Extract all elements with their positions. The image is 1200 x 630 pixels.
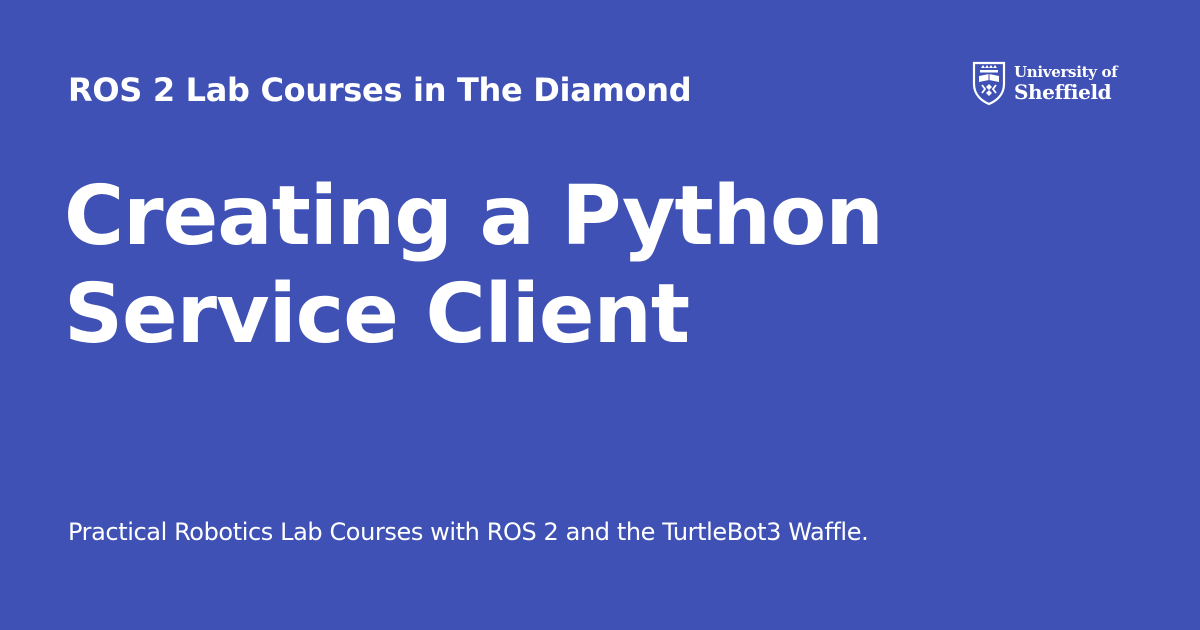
- page-description: Practical Robotics Lab Courses with ROS …: [68, 518, 869, 546]
- page-title: Creating a Python Service Client: [64, 169, 884, 362]
- university-logo[interactable]: University of Sheffield: [972, 58, 1132, 108]
- logo-line-university-of: University of: [1014, 62, 1118, 81]
- university-crest-icon: [972, 61, 1006, 106]
- site-name: ROS 2 Lab Courses in The Diamond: [68, 71, 692, 109]
- logo-line-sheffield: Sheffield: [1014, 79, 1112, 104]
- social-card: { "header": { "site_name": "ROS 2 Lab Co…: [0, 0, 1200, 630]
- logo-wordmark: University of Sheffield: [1014, 62, 1118, 104]
